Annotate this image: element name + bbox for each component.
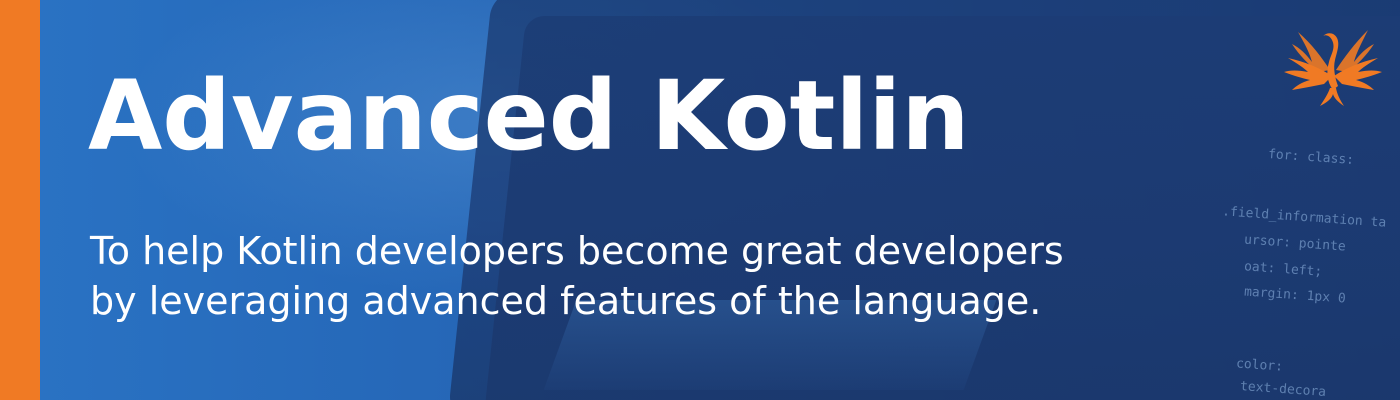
accent-stripe xyxy=(0,0,40,400)
background-code-line: color: xyxy=(1235,356,1284,375)
banner-title: Advanced Kotlin xyxy=(88,60,970,172)
banner-subtitle-line: To help Kotlin developers become great d… xyxy=(90,229,1064,273)
banner-subtitle: To help Kotlin developers become great d… xyxy=(90,226,1064,326)
course-banner: for: class: .field_information ta ursor:… xyxy=(0,0,1400,400)
phoenix-logo-icon xyxy=(1284,30,1382,106)
banner-subtitle-line: by leveraging advanced features of the l… xyxy=(90,279,1042,323)
